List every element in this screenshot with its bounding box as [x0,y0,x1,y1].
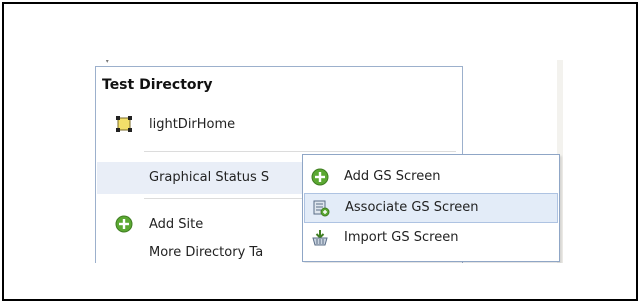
plus-circle-icon [115,215,133,233]
menu-title: Test Directory [102,77,213,93]
import-basket-icon [311,229,329,247]
menu-item-label: More Directory Ta [149,245,264,260]
menu-item-label: lightDirHome [149,117,236,132]
app-screenshot: ▾ Test Directory lightDirHome Graphical … [95,60,563,263]
submenu-item-associate-gs-screen[interactable]: Associate GS Screen [304,193,558,223]
submenu-item-label: Add GS Screen [344,169,441,184]
submenu-item-import-gs-screen[interactable]: Import GS Screen [304,224,558,254]
submenu-item-label: Import GS Screen [344,230,459,245]
gs-submenu: Add GS Screen Associate GS Screen Import… [302,154,560,262]
menu-item-label: Add Site [149,217,204,232]
plus-circle-icon [311,168,329,186]
menu-item-lightdirhome[interactable]: lightDirHome [97,109,463,141]
directory-box-icon [115,115,133,133]
associate-screen-icon [312,199,330,217]
menu-separator [144,151,456,152]
screenshot-frame: ▾ Test Directory lightDirHome Graphical … [2,2,638,301]
cursor-icon: ▾ [105,60,110,66]
menu-item-label: Graphical Status S [149,170,270,185]
submenu-item-add-gs-screen[interactable]: Add GS Screen [304,163,558,193]
submenu-item-label: Associate GS Screen [345,200,479,215]
